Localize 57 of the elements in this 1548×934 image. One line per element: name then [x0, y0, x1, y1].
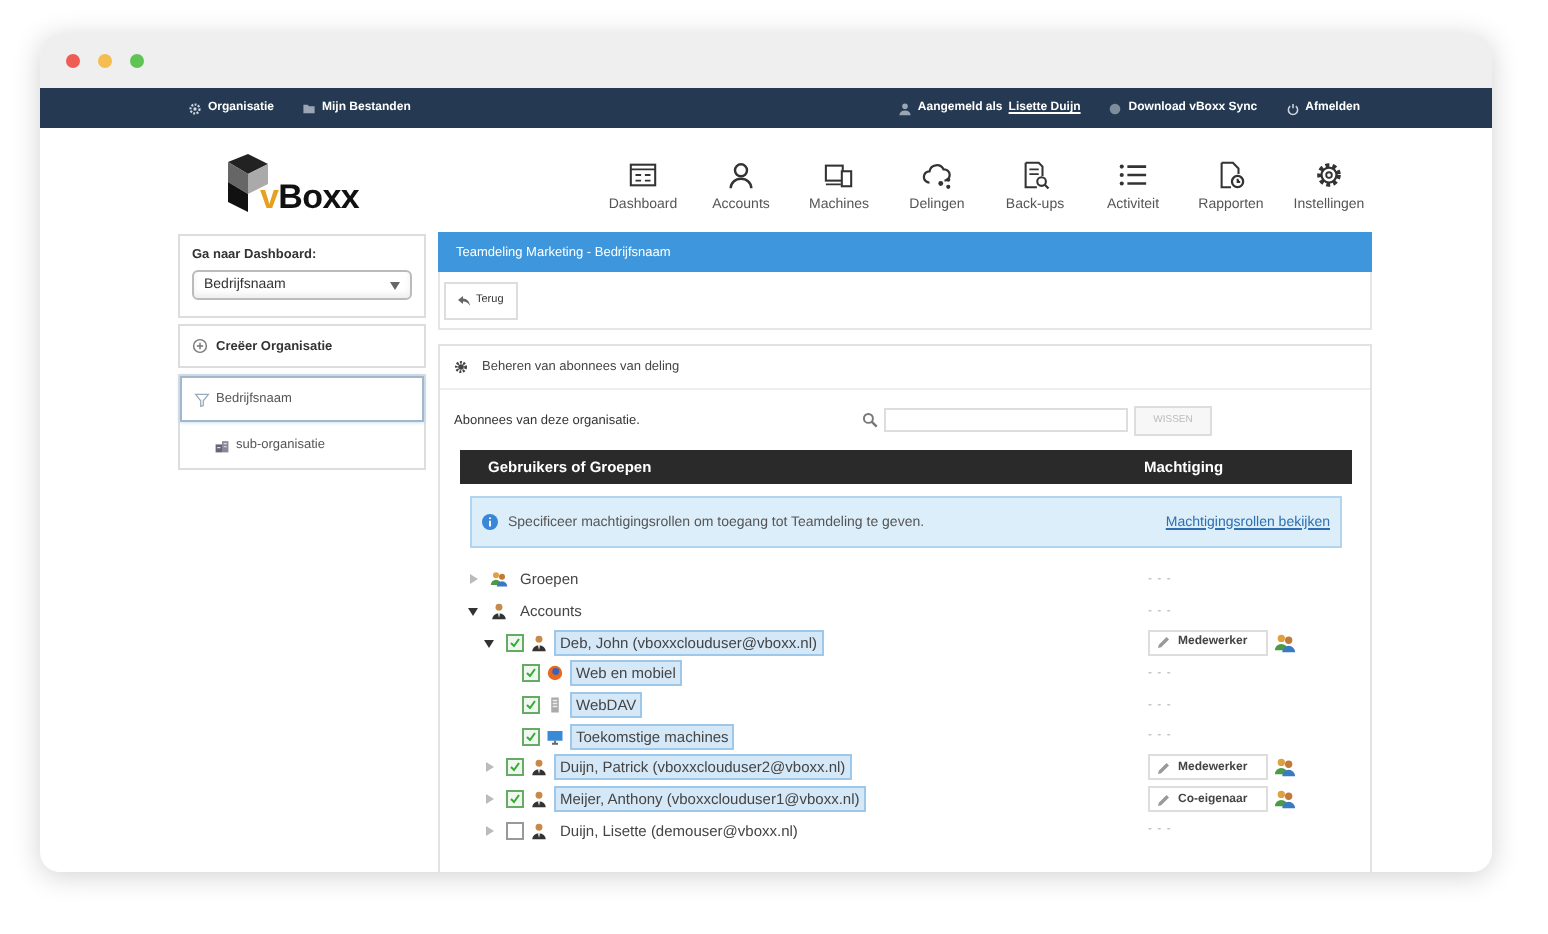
- maximize-button[interactable]: [130, 54, 144, 68]
- user-icon: [530, 758, 548, 777]
- users-icon[interactable]: [1274, 788, 1296, 811]
- server-icon: [546, 696, 564, 715]
- user-icon: [530, 633, 548, 652]
- close-button[interactable]: [66, 54, 80, 68]
- search-icon: [862, 412, 878, 428]
- checkmark-icon: [526, 731, 536, 742]
- pencil-icon: [1158, 793, 1170, 806]
- caret-icon: [390, 281, 400, 289]
- checkbox[interactable]: [506, 758, 524, 777]
- pencil-icon: [1158, 636, 1170, 649]
- collapse-triangle-icon[interactable]: [468, 606, 478, 617]
- dashboard-icon: [628, 160, 658, 190]
- pencil-icon: [1158, 761, 1170, 774]
- checkmark-icon: [510, 762, 520, 773]
- expand-triangle-icon[interactable]: [484, 762, 494, 773]
- checkmark-icon: [510, 637, 520, 648]
- checkmark-icon: [510, 794, 520, 805]
- checkbox[interactable]: [522, 664, 540, 683]
- plus-circle-icon: [192, 338, 208, 354]
- devices-icon: [824, 160, 854, 190]
- checkmark-icon: [526, 700, 536, 711]
- checkbox[interactable]: [506, 633, 524, 652]
- user-icon: [726, 160, 756, 190]
- checkbox[interactable]: [506, 790, 524, 809]
- document-search-icon: [1020, 160, 1050, 190]
- user-icon: [530, 821, 548, 840]
- monitor-icon: [546, 727, 564, 746]
- cloud-share-icon: [922, 160, 952, 190]
- collapse-triangle-icon[interactable]: [484, 637, 494, 648]
- search-field[interactable]: [884, 408, 1128, 432]
- funnel-icon: [194, 391, 210, 407]
- checkmark-icon: [526, 668, 536, 679]
- reply-arrow-icon: [458, 295, 470, 305]
- checkbox[interactable]: [506, 821, 524, 840]
- users-icon[interactable]: [1274, 756, 1296, 779]
- expand-triangle-icon[interactable]: [468, 574, 478, 585]
- expand-triangle-icon[interactable]: [484, 825, 494, 836]
- folder-icon: [302, 101, 317, 115]
- list-icon: [1118, 160, 1148, 190]
- document-clock-icon: [1216, 160, 1246, 190]
- settings-icon: [1314, 160, 1344, 190]
- checkbox[interactable]: [522, 727, 540, 746]
- user-icon: [530, 790, 548, 809]
- user-icon: [897, 101, 912, 115]
- logo-text: vBoxx: [260, 180, 360, 214]
- gear-icon: [188, 101, 202, 115]
- users-icon[interactable]: [1274, 631, 1296, 654]
- power-icon: [1285, 101, 1300, 115]
- checkbox[interactable]: [522, 696, 540, 715]
- user-icon: [490, 602, 508, 621]
- info-icon: [482, 514, 498, 530]
- expand-triangle-icon[interactable]: [484, 794, 494, 805]
- users-icon: [490, 570, 508, 589]
- gear-icon: [454, 360, 468, 374]
- building-icon: [214, 437, 230, 453]
